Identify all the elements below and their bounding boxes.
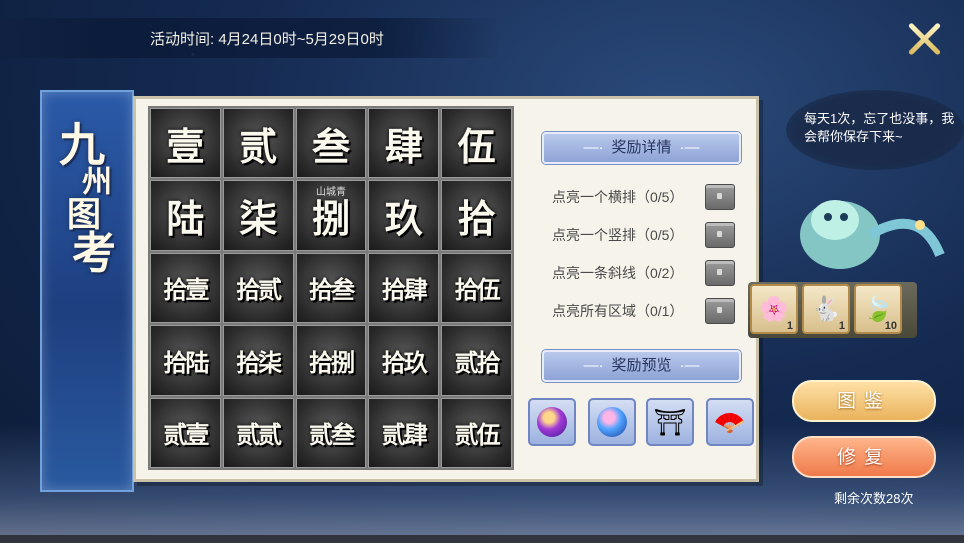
event-time-text: 活动时间: 4月24日0时~5月29日0时 (150, 31, 384, 48)
preview-item-1[interactable] (528, 398, 576, 446)
grid-cell-23[interactable]: 贰叁 (295, 397, 367, 468)
grid-cell-1[interactable]: 壹 (150, 108, 221, 179)
flower-icon: 🌸 (759, 295, 789, 323)
repair-button[interactable]: 修复 (792, 436, 936, 478)
grid-cell-18[interactable]: 拾捌 (295, 325, 367, 396)
grid-cell-9[interactable]: 玖 (368, 180, 440, 251)
side-item-3[interactable]: 🍃 10 (854, 284, 902, 334)
grid-cell-11[interactable]: 拾壹 (150, 252, 221, 324)
pavilion-icon: ⛩ (653, 406, 687, 437)
chest-icon[interactable] (705, 222, 735, 248)
title-char-1: 九 (59, 118, 105, 172)
grid-cell-8[interactable]: 山城青 捌 (295, 180, 367, 251)
puzzle-grid: 壹 贰 叁 肆 伍 陆 柒 山城青 捌 玖 拾 拾壹 拾贰 拾叁 拾肆 拾伍 拾… (148, 106, 514, 470)
item-count: 1 (786, 320, 793, 332)
inline-tag: 山城青 (315, 187, 346, 199)
grid-cell-25[interactable]: 贰伍 (441, 397, 512, 468)
title-char-2: 州 (82, 165, 112, 200)
side-item-1[interactable]: 🌸 1 (750, 284, 798, 334)
rabbit-icon: 🐇 (811, 295, 841, 323)
purple-orb-icon (537, 407, 567, 437)
grid-cell-15[interactable]: 拾伍 (441, 252, 512, 324)
grid-cell-24[interactable]: 贰肆 (368, 397, 440, 468)
grid-cell-10[interactable]: 拾 (441, 180, 512, 251)
requirement-all: 点亮所有区域（0/1） (552, 303, 684, 319)
side-item-2[interactable]: 🐇 1 (802, 284, 850, 334)
bottom-strip (0, 535, 964, 543)
chest-icon[interactable] (705, 184, 735, 210)
npc-speech-text: 每天1次，忘了也没事，我会帮你保存下来~ (804, 111, 955, 144)
grid-cell-21[interactable]: 贰壹 (150, 397, 221, 468)
grid-cell-3[interactable]: 叁 (295, 108, 367, 179)
preview-item-4[interactable]: 🪭 (706, 398, 754, 446)
fan-icon: 🪭 (713, 406, 747, 437)
item-count: 10 (884, 320, 897, 332)
npc-speech-bubble: 每天1次，忘了也没事，我会帮你保存下来~ (786, 90, 964, 170)
item-count: 1 (838, 320, 845, 332)
reward-preview-title: —· 奖励预览 ·— (542, 350, 741, 382)
grid-cell-20[interactable]: 贰拾 (441, 325, 512, 396)
requirement-row: 点亮一个横排（0/5） (552, 189, 684, 205)
blue-orb-icon (597, 407, 627, 437)
remaining-attempts: 剩余次数28次 (834, 491, 914, 506)
side-item-bar: 🌸 1 🐇 1 🍃 10 (748, 282, 917, 338)
reward-preview-label: 奖励预览 (611, 357, 672, 374)
grid-cell-6[interactable]: 陆 (150, 180, 221, 251)
grid-cell-2[interactable]: 贰 (222, 108, 294, 179)
reward-details-title: —· 奖励详情 ·— (542, 132, 741, 164)
grid-cell-5[interactable]: 伍 (441, 108, 512, 179)
grid-cell-7[interactable]: 柒 (222, 180, 294, 251)
grid-cell-13[interactable]: 拾叁 (295, 252, 367, 324)
atlas-button[interactable]: 图鉴 (792, 380, 936, 422)
requirement-column: 点亮一个竖排（0/5） (552, 227, 684, 243)
title-char-4: 考 (72, 228, 116, 279)
title-char-3: 图 (67, 195, 101, 235)
preview-item-2[interactable] (588, 398, 636, 446)
grid-cell-4[interactable]: 肆 (368, 108, 440, 179)
grid-cell-17[interactable]: 拾柒 (222, 325, 294, 396)
requirement-diagonal: 点亮一条斜线（0/2） (552, 265, 684, 281)
event-time-bar: 活动时间: 4月24日0时~5月29日0时 (0, 18, 500, 58)
grid-cell-16[interactable]: 拾陆 (150, 325, 221, 396)
event-title: 九 州 图 考 (42, 122, 132, 276)
chest-icon[interactable] (705, 260, 735, 286)
title-banner: 九 州 图 考 (40, 90, 134, 492)
chest-icon[interactable] (705, 298, 735, 324)
grid-cell-14[interactable]: 拾肆 (368, 252, 440, 324)
grid-cell-19[interactable]: 拾玖 (368, 325, 440, 396)
grid-cell-22[interactable]: 贰贰 (222, 397, 294, 468)
grid-cell-12[interactable]: 拾贰 (222, 252, 294, 324)
close-button[interactable] (904, 18, 944, 58)
dragon-mascot (800, 200, 945, 269)
reward-details-label: 奖励详情 (611, 139, 672, 156)
preview-item-3[interactable]: ⛩ (646, 398, 694, 446)
